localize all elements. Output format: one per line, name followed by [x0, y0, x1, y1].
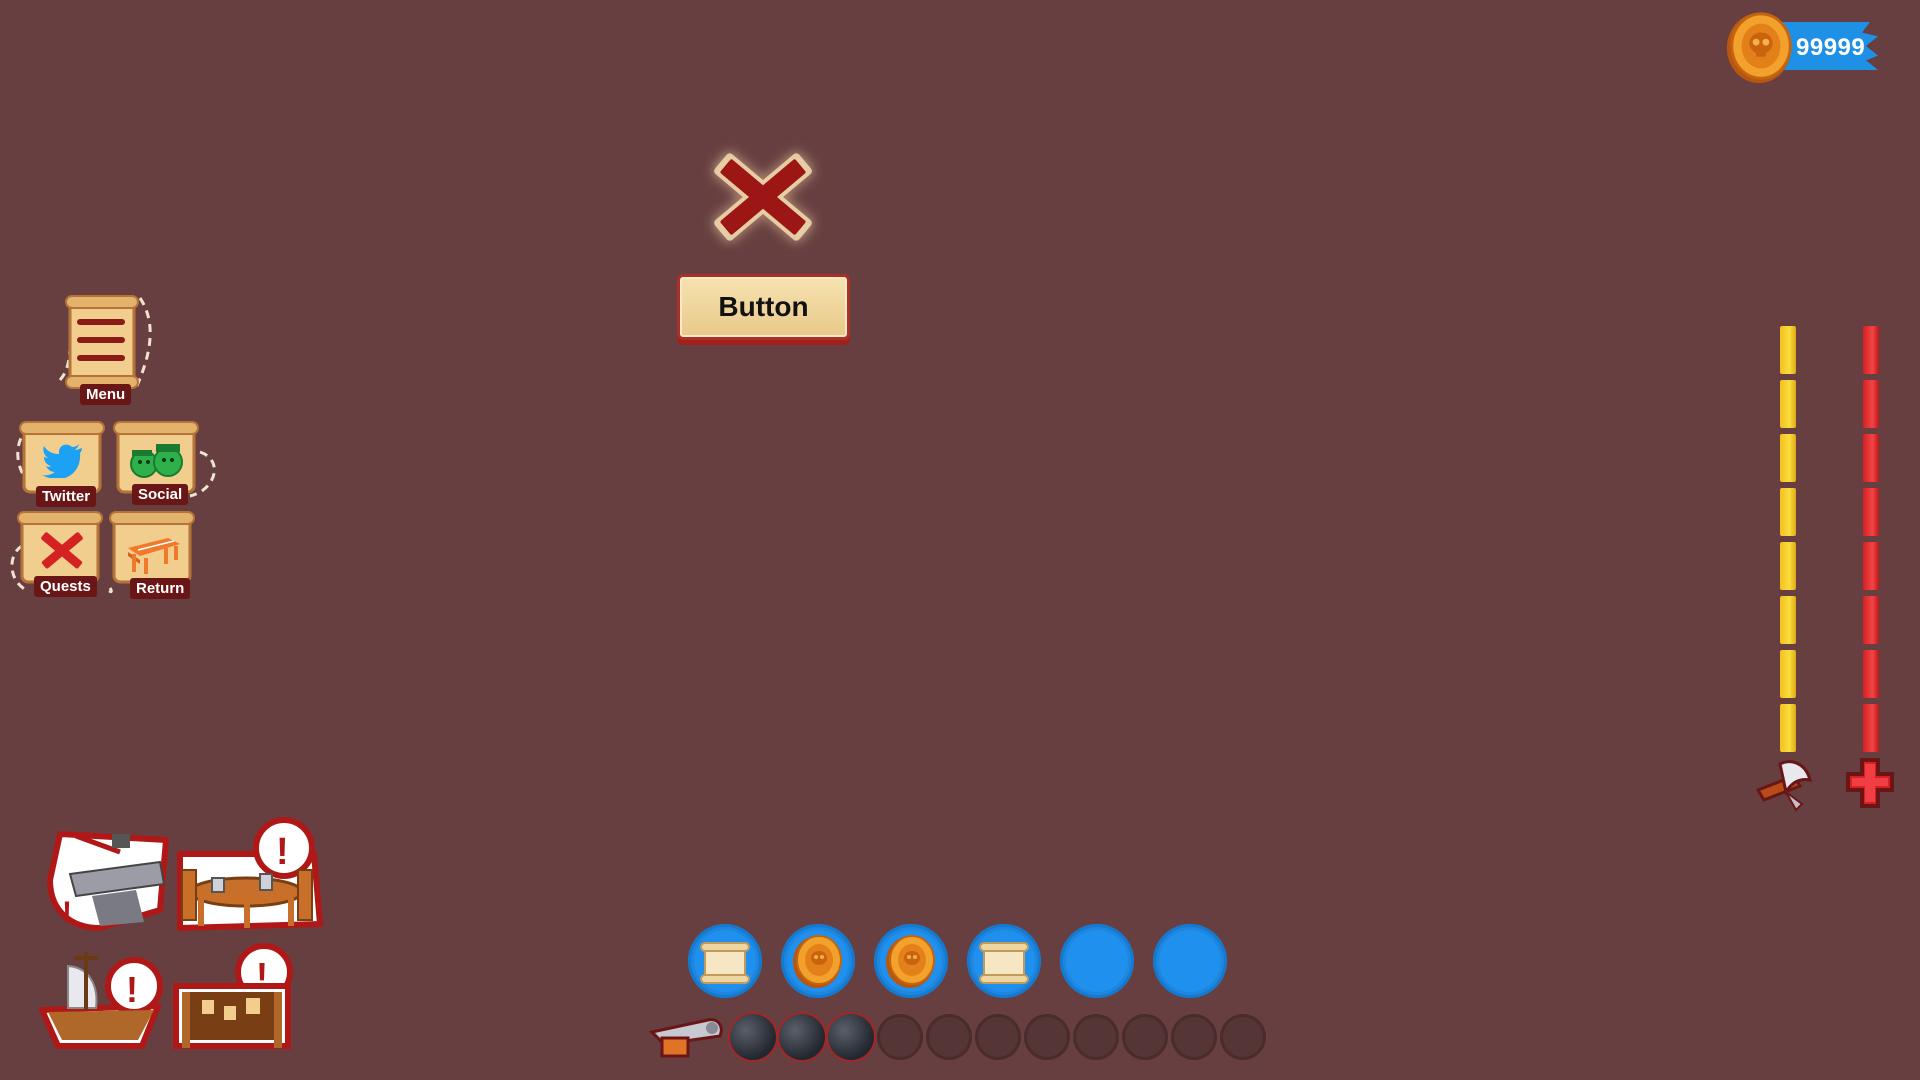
twitter-label: Twitter: [36, 486, 97, 507]
bar-segment: [1863, 380, 1879, 428]
pirate-heads-icon: [130, 444, 183, 478]
notice-board-icon[interactable]: !: [172, 940, 296, 1052]
tavern-table-icon[interactable]: !: [174, 814, 326, 942]
slot-ring: [1159, 930, 1221, 992]
twitter-button[interactable]: Twitter: [14, 420, 108, 512]
inventory-slot[interactable]: [874, 924, 948, 998]
empty-ammo-slot: [1122, 1014, 1168, 1060]
red-x-map-icon: [41, 532, 83, 569]
svg-text:!: !: [62, 896, 72, 929]
ship-icon[interactable]: !: [38, 946, 164, 1050]
stamina-bar: [1780, 326, 1796, 756]
inventory-slot[interactable]: [1060, 924, 1134, 998]
empty-ammo-slot: [1073, 1014, 1119, 1060]
svg-text:!: !: [276, 831, 289, 873]
bar-segment: [1863, 488, 1879, 536]
social-button[interactable]: Social: [112, 420, 224, 512]
cannonball-icon: [828, 1014, 874, 1060]
dock-icon: [128, 538, 180, 574]
empty-ammo-slot: [926, 1014, 972, 1060]
anvil-building-icon[interactable]: !: [40, 820, 172, 936]
bar-segment: [1780, 704, 1796, 752]
social-label: Social: [132, 484, 189, 505]
bar-segment: [1780, 434, 1796, 482]
ammo-row: [730, 1014, 1270, 1064]
empty-ammo-slot: [1220, 1014, 1266, 1060]
inventory-slot[interactable]: [781, 924, 855, 998]
health-cross-icon: [1846, 758, 1894, 808]
cannonball-icon: [779, 1014, 825, 1060]
cannonball-icon: [730, 1014, 776, 1060]
quests-button[interactable]: Quests: [8, 510, 108, 602]
inventory-slot[interactable]: [967, 924, 1041, 998]
bar-segment: [1863, 650, 1879, 698]
bar-segment: [1863, 434, 1879, 482]
bar-segment: [1863, 596, 1879, 644]
menu-label: Menu: [80, 384, 132, 405]
bar-segment: [1780, 326, 1796, 374]
bar-segment: [1863, 326, 1879, 374]
cannon-icon[interactable]: [648, 1014, 726, 1060]
return-label: Return: [130, 578, 191, 599]
bar-segment: [1780, 542, 1796, 590]
empty-ammo-slot: [1024, 1014, 1070, 1060]
menu-button[interactable]: Menu: [56, 292, 156, 412]
empty-ammo-slot: [877, 1014, 923, 1060]
return-button[interactable]: Return: [104, 508, 204, 602]
svg-text:!: !: [126, 969, 138, 1010]
currency-amount: 99999: [1796, 34, 1866, 61]
bar-segment: [1863, 704, 1879, 752]
slot-ring: [1066, 930, 1128, 992]
bar-segment: [1780, 650, 1796, 698]
health-bar: [1863, 326, 1879, 756]
main-button[interactable]: Button: [677, 274, 850, 340]
inventory-slot[interactable]: [1153, 924, 1227, 998]
bar-segment: [1780, 380, 1796, 428]
empty-ammo-slot: [1171, 1014, 1217, 1060]
empty-ammo-slot: [975, 1014, 1021, 1060]
inventory-bar: [688, 922, 1238, 1002]
twitter-bird-icon: [42, 444, 82, 478]
bar-segment: [1863, 542, 1879, 590]
red-x-icon: [714, 153, 812, 241]
bar-segment: [1780, 596, 1796, 644]
quests-label: Quests: [34, 576, 97, 597]
currency-display: 99999: [1722, 8, 1897, 88]
axe-icon: [1755, 760, 1813, 812]
skull-coin-icon: [1726, 12, 1792, 84]
inventory-slot[interactable]: [688, 924, 762, 998]
bar-segment: [1780, 488, 1796, 536]
